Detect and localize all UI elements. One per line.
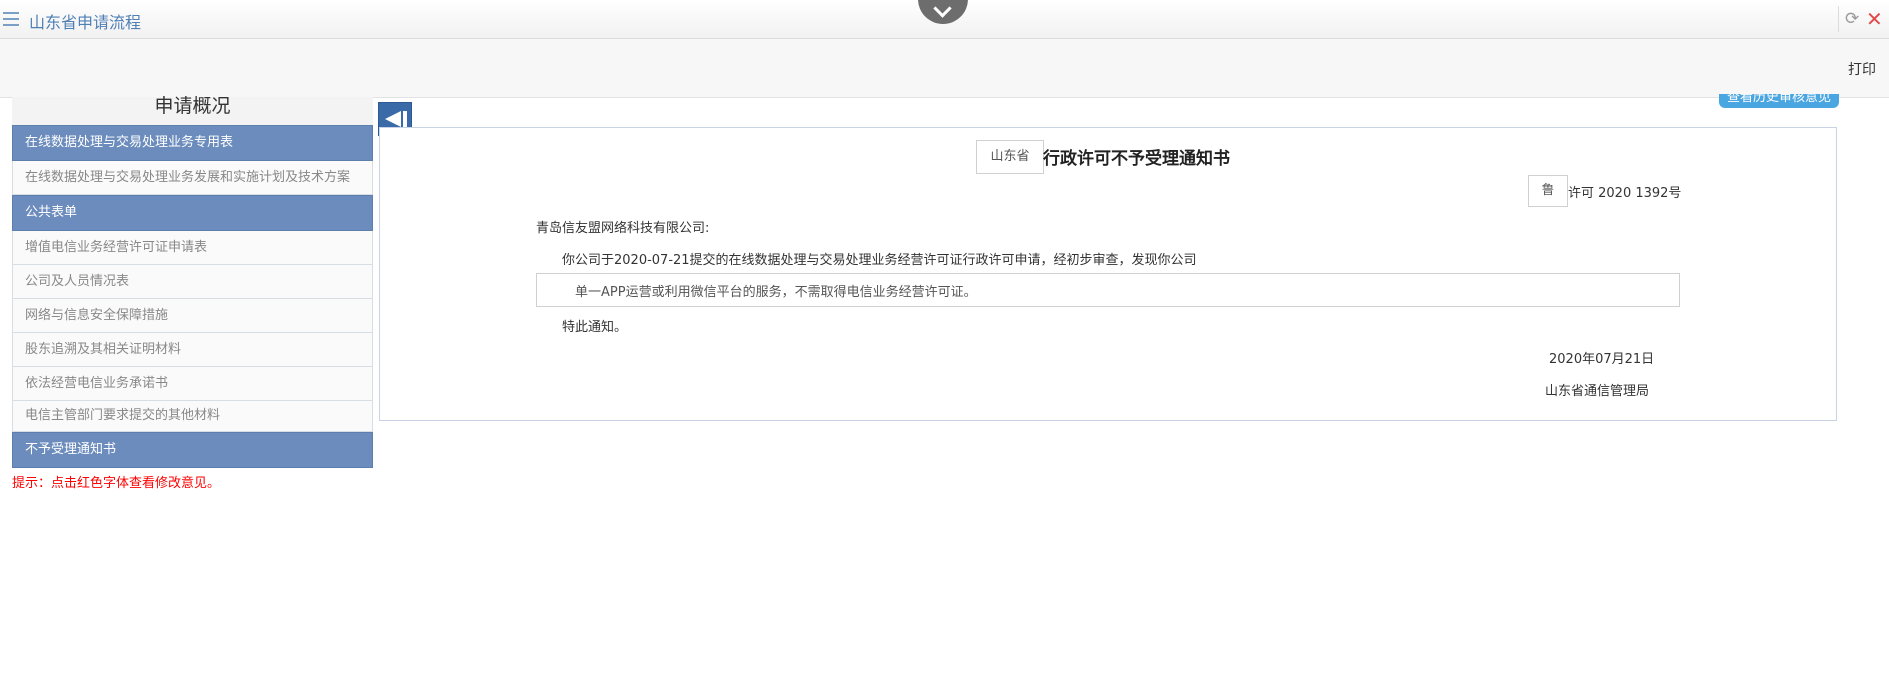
notice-document: 山东省 行政许可不予受理通知书 鲁 许可 2020 1392号 青岛信友盟网络科… [379, 127, 1837, 421]
recipient: 青岛信友盟网络科技有限公司: [536, 221, 710, 236]
closing-text: 特此通知。 [562, 320, 628, 335]
sidebar-section-rejection-notice[interactable]: 不予受理通知书 [12, 432, 373, 468]
sidebar-item-company-personnel[interactable]: 公司及人员情况表 [12, 265, 373, 299]
notice-body: 你公司于2020-07-21提交的在线数据处理与交易处理业务经营许可证行政许可申… [562, 253, 1197, 268]
sidebar-section-dedicated-forms[interactable]: 在线数据处理与交易处理业务专用表 [12, 125, 373, 161]
permit-number: 许可 2020 1392号 [1568, 186, 1682, 201]
reason-field[interactable]: 单一APP运营或利用微信平台的服务，不需取得电信业务经营许可证。 [536, 273, 1680, 307]
refresh-icon[interactable]: ⟳ [1845, 9, 1859, 29]
hint-text: 提示：点击红色字体查看修改意见。 [12, 476, 221, 491]
pull-tab-button[interactable] [918, 0, 968, 24]
print-button[interactable]: 打印 [1848, 59, 1876, 79]
app-title: 山东省申请流程 [29, 13, 142, 32]
history-opinions-button[interactable]: 查看历史审核意见 [1719, 94, 1839, 108]
divider [1838, 6, 1839, 32]
arrow-left-bar [403, 111, 407, 127]
sidebar-item-security-measures[interactable]: 网络与信息安全保障措施 [12, 299, 373, 333]
abbreviation-field[interactable]: 鲁 [1528, 175, 1568, 207]
toolbar: 打印 [0, 39, 1889, 98]
arrow-left-icon [385, 111, 401, 127]
sidebar-item-commitment-letter[interactable]: 依法经营电信业务承诺书 [12, 367, 373, 401]
issuer: 山东省通信管理局 [1545, 384, 1650, 399]
sidebar-item-other-materials[interactable]: 电信主管部门要求提交的其他材料 [12, 401, 373, 432]
sidebar-item-license-application[interactable]: 增值电信业务经营许可证申请表 [12, 231, 373, 265]
sidebar-item-business-plan[interactable]: 在线数据处理与交易处理业务发展和实施计划及技术方案 [12, 161, 373, 195]
province-field[interactable]: 山东省 [976, 140, 1044, 174]
notice-title: 行政许可不予受理通知书 [1043, 149, 1230, 169]
title-bar: 山东省申请流程 ⟳ ✕ [0, 0, 1889, 39]
reason-text: 单一APP运营或利用微信平台的服务，不需取得电信业务经营许可证。 [575, 285, 977, 300]
menu-icon[interactable] [3, 12, 19, 26]
chevron-down-icon [933, 0, 952, 18]
notice-date: 2020年07月21日 [1549, 352, 1655, 367]
sidebar-title: 申请概况 [12, 97, 373, 125]
sidebar-section-public-forms[interactable]: 公共表单 [12, 195, 373, 231]
sidebar-item-shareholder-docs[interactable]: 股东追溯及其相关证明材料 [12, 333, 373, 367]
close-icon[interactable]: ✕ [1866, 7, 1883, 31]
sidebar: 申请概况 在线数据处理与交易处理业务专用表 在线数据处理与交易处理业务发展和实施… [12, 97, 373, 468]
